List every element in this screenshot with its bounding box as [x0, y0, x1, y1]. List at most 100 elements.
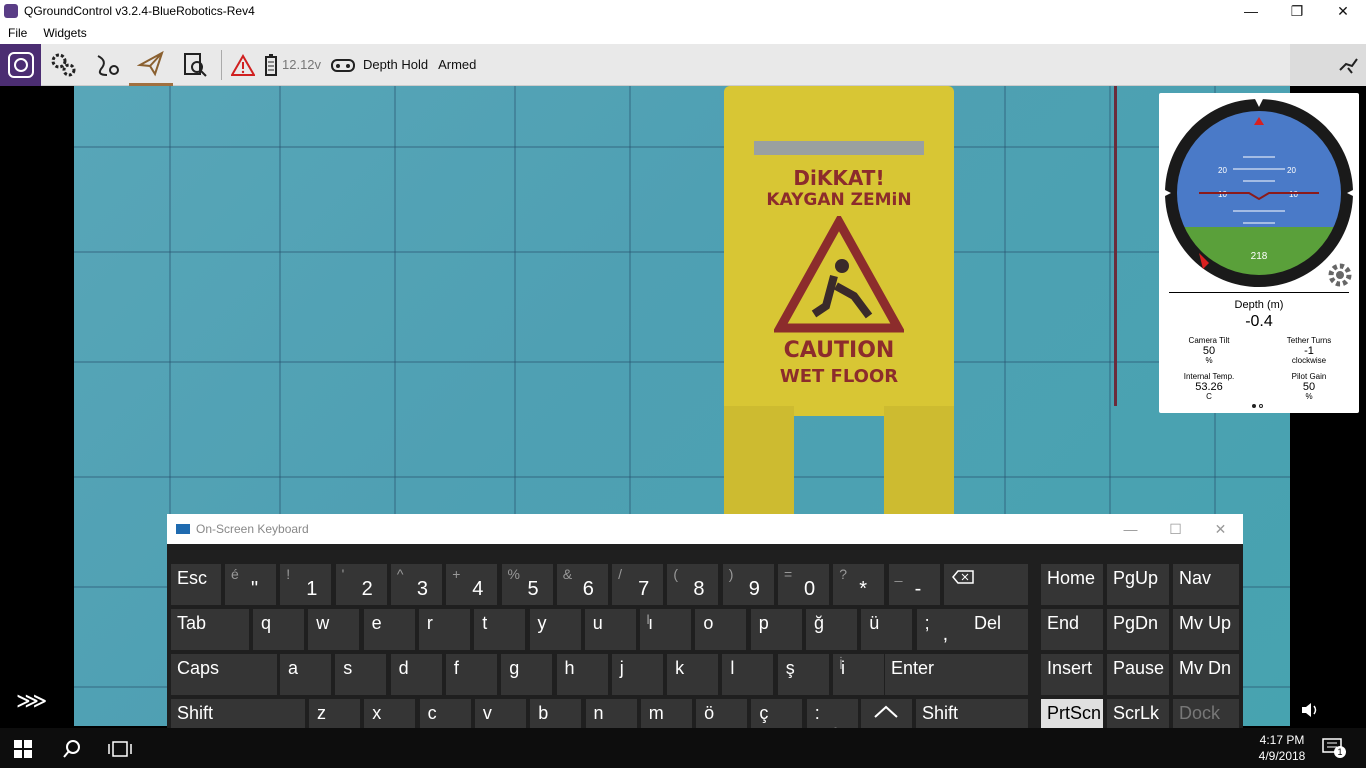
key-letter[interactable]: a: [280, 654, 331, 695]
key-nav[interactable]: Nav: [1173, 564, 1239, 605]
key-pgdn[interactable]: PgDn: [1107, 609, 1169, 650]
key-letter[interactable]: k: [667, 654, 719, 695]
fly-view-button[interactable]: [129, 44, 173, 86]
key-letter-label: n: [593, 703, 604, 723]
clock-date: 4/9/2018: [1258, 749, 1306, 763]
key-digit[interactable]: % 5: [501, 564, 553, 605]
key-letter[interactable]: ıI: [640, 609, 692, 650]
key-mvdn[interactable]: Mv Dn: [1173, 654, 1239, 695]
key-digit[interactable]: ^ 3: [390, 564, 442, 605]
key-digit[interactable]: é ": [225, 564, 276, 605]
menu-file[interactable]: File: [0, 26, 35, 40]
key-home[interactable]: Home: [1041, 564, 1103, 605]
key-letter[interactable]: ğ: [806, 609, 857, 650]
key-letter[interactable]: ş: [777, 654, 829, 695]
search-icon[interactable]: [62, 739, 82, 759]
osk-close-button[interactable]: ✕: [1198, 521, 1243, 538]
armed-status[interactable]: Armed: [438, 57, 476, 72]
key-letter-label: h: [564, 658, 575, 678]
key-del[interactable]: Del: [968, 609, 1028, 650]
key-letter[interactable]: w: [308, 609, 360, 650]
volume-icon[interactable]: [1300, 700, 1320, 720]
key-end[interactable]: End: [1041, 609, 1103, 650]
pilot-gain-stat: Pilot Gain 50 %: [1259, 372, 1359, 402]
connection-indicator[interactable]: [1290, 43, 1366, 86]
key-letter-label: ;: [924, 613, 930, 633]
key-letter[interactable]: u: [584, 609, 636, 650]
gamepad-icon[interactable]: [331, 57, 356, 73]
sign-line-2: KAYGAN ZEMiN: [766, 190, 912, 210]
key-letter[interactable]: iİ: [833, 654, 884, 695]
key-letter[interactable]: s: [335, 654, 387, 695]
page-dot-active[interactable]: [1252, 404, 1256, 408]
key-letter[interactable]: h: [556, 654, 608, 695]
page-dot[interactable]: [1259, 404, 1263, 408]
notifications-button[interactable]: 1: [1322, 738, 1352, 760]
key-digit[interactable]: _ -: [888, 564, 940, 605]
key-insert[interactable]: Insert: [1041, 654, 1103, 695]
key-letter[interactable]: d: [390, 654, 442, 695]
sub-vehicle-icon: [1339, 57, 1358, 74]
key-digit[interactable]: /7: [612, 564, 664, 605]
key-letter[interactable]: t: [474, 609, 526, 650]
plan-view-button[interactable]: [85, 44, 129, 86]
key-mvup[interactable]: Mv Up: [1173, 609, 1239, 650]
key-letter[interactable]: e: [363, 609, 415, 650]
menu-widgets[interactable]: Widgets: [35, 26, 94, 40]
osk-titlebar: On-Screen Keyboard — ☐ ✕: [167, 514, 1243, 544]
task-view-icon[interactable]: [108, 740, 132, 758]
key-digit[interactable]: ' 2: [335, 564, 387, 605]
key-letter-label: o: [703, 613, 714, 633]
plan-route-icon: [97, 54, 119, 76]
osk-minimize-button[interactable]: —: [1108, 521, 1153, 537]
key-shift-char: /: [618, 566, 622, 582]
analyze-view-button[interactable]: [173, 44, 217, 86]
close-button[interactable]: ✕: [1320, 0, 1366, 22]
key-enter[interactable]: Enter: [885, 654, 1028, 695]
key-digit[interactable]: ! 1: [280, 564, 332, 605]
key-digit[interactable]: ? *: [833, 564, 885, 605]
key-letter[interactable]: o: [695, 609, 747, 650]
key-insert-label: Insert: [1047, 658, 1093, 678]
key-letter[interactable]: y: [529, 609, 581, 650]
key-pgup[interactable]: PgUp: [1107, 564, 1169, 605]
key-digit[interactable]: ) 9: [722, 564, 774, 605]
key-letter[interactable]: q: [253, 609, 304, 650]
tether-turns-stat: Tether Turns -1 clockwise: [1259, 336, 1359, 366]
pitch-label: 10: [1218, 190, 1227, 199]
key-digit[interactable]: +4: [446, 564, 498, 605]
osk-maximize-button[interactable]: ☐: [1153, 521, 1198, 538]
flight-mode[interactable]: Depth Hold: [363, 57, 428, 72]
minimize-button[interactable]: —: [1228, 0, 1274, 22]
clock[interactable]: 4:17 PM 4/9/2018: [1247, 732, 1317, 764]
windows-start-icon[interactable]: [14, 740, 32, 758]
key-letter[interactable]: g: [501, 654, 553, 695]
message-indicator[interactable]: [226, 44, 260, 86]
key-letter[interactable]: l: [722, 654, 774, 695]
key-caps[interactable]: Caps: [171, 654, 277, 695]
key-letter[interactable]: ü: [861, 609, 913, 650]
key-backspace[interactable]: [944, 564, 1028, 605]
settings-view-button[interactable]: [41, 44, 85, 86]
key-digit[interactable]: (8: [667, 564, 719, 605]
notification-count: 1: [1334, 746, 1346, 758]
key-letter[interactable]: r: [418, 609, 470, 650]
key-digit[interactable]: & 6: [556, 564, 608, 605]
key-digit[interactable]: = 0: [778, 564, 829, 605]
battery-indicator[interactable]: [260, 44, 282, 86]
key-letter-label: z: [317, 703, 326, 723]
key-tab[interactable]: Tab: [171, 609, 249, 650]
key-prtscn-label: PrtScn: [1047, 703, 1102, 723]
internal-temp-stat: Internal Temp. 53.26 C: [1159, 372, 1259, 402]
key-letter[interactable]: ;,: [916, 609, 968, 650]
key-esc[interactable]: Esc: [171, 564, 221, 605]
expand-chevron-icon[interactable]: ⋙: [16, 688, 47, 714]
qgc-logo-button[interactable]: [0, 43, 41, 86]
key-letter[interactable]: f: [445, 654, 497, 695]
instrument-panel[interactable]: 20 20 10 10 218 Depth (m) -0.4 Camera Ti…: [1159, 93, 1359, 413]
gear-icon[interactable]: [1326, 261, 1354, 289]
key-pause[interactable]: Pause: [1107, 654, 1169, 695]
key-letter[interactable]: j: [611, 654, 663, 695]
maximize-button[interactable]: ❐: [1274, 0, 1320, 22]
key-letter[interactable]: p: [750, 609, 802, 650]
